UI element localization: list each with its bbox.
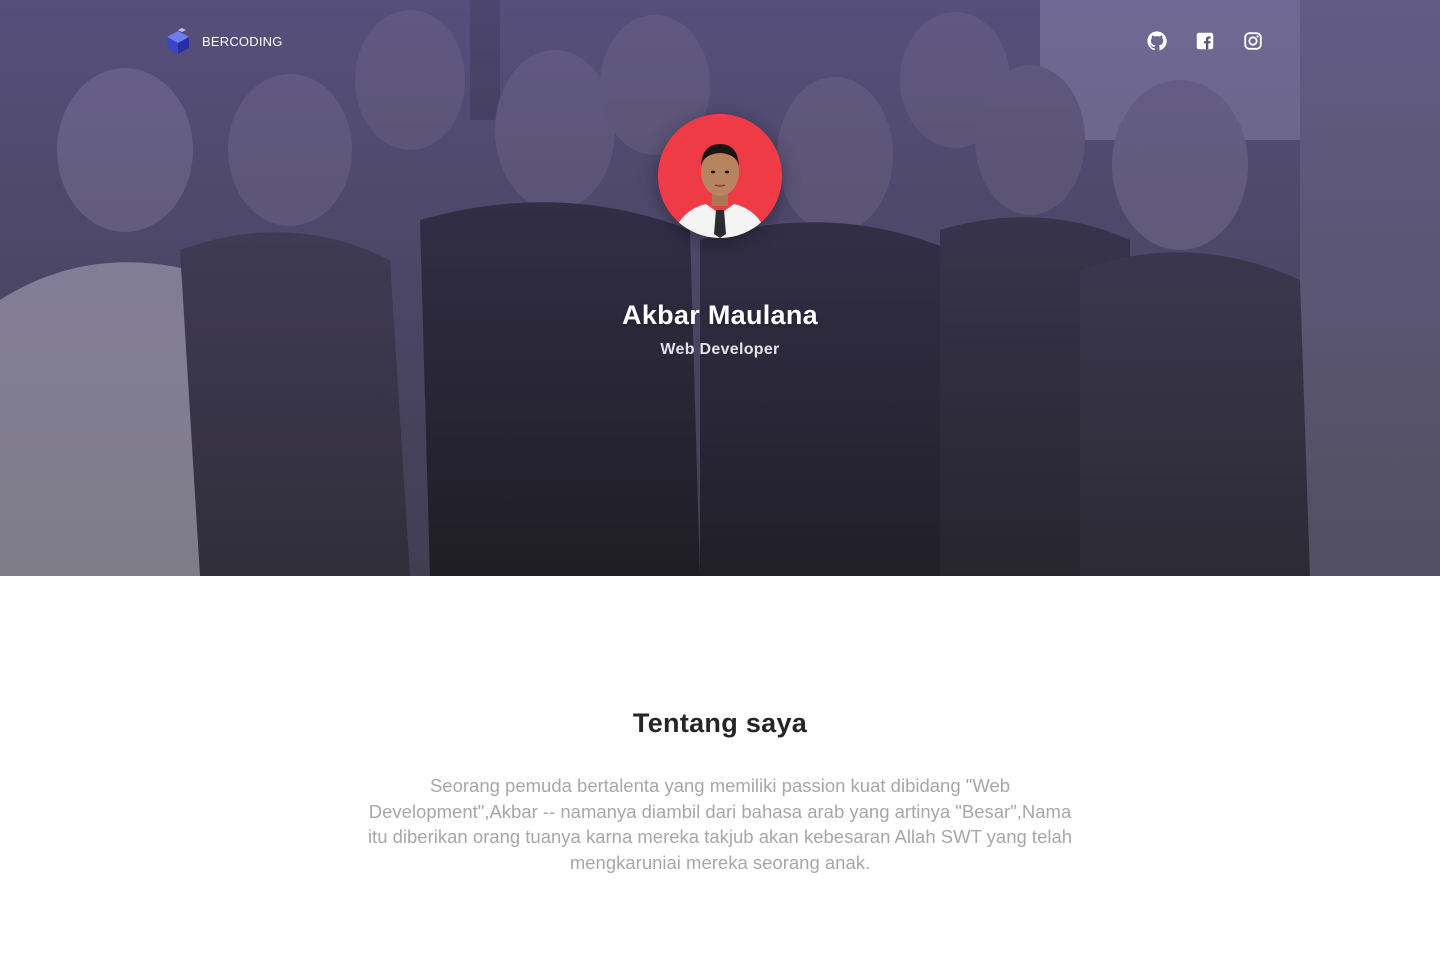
profile-name: Akbar Maulana	[622, 300, 818, 330]
facebook-link[interactable]	[1194, 30, 1216, 52]
about-title: Tentang saya	[632, 708, 808, 738]
avatar	[658, 114, 782, 238]
brand-link[interactable]: BERCODING	[164, 27, 283, 55]
hero-section: BERCODING Akbar Maulana Web Developer	[0, 0, 1440, 576]
social-links	[1146, 30, 1264, 52]
profile-role: Web Developer	[660, 341, 780, 358]
github-icon	[1147, 31, 1167, 51]
bercoding-cube-logo-icon	[167, 28, 189, 54]
about-text: Seorang pemuda bertalenta yang memiliki …	[367, 775, 1073, 873]
profile-block: Akbar Maulana Web Developer	[0, 114, 1440, 359]
instagram-link[interactable]	[1242, 30, 1264, 52]
brand-name: BERCODING	[202, 33, 283, 49]
about-section: Tentang saya Seorang pemuda bertalenta y…	[0, 576, 1440, 960]
facebook-square-icon	[1196, 32, 1214, 50]
instagram-icon	[1244, 32, 1262, 50]
top-navbar: BERCODING	[0, 0, 1440, 82]
github-link[interactable]	[1146, 30, 1168, 52]
